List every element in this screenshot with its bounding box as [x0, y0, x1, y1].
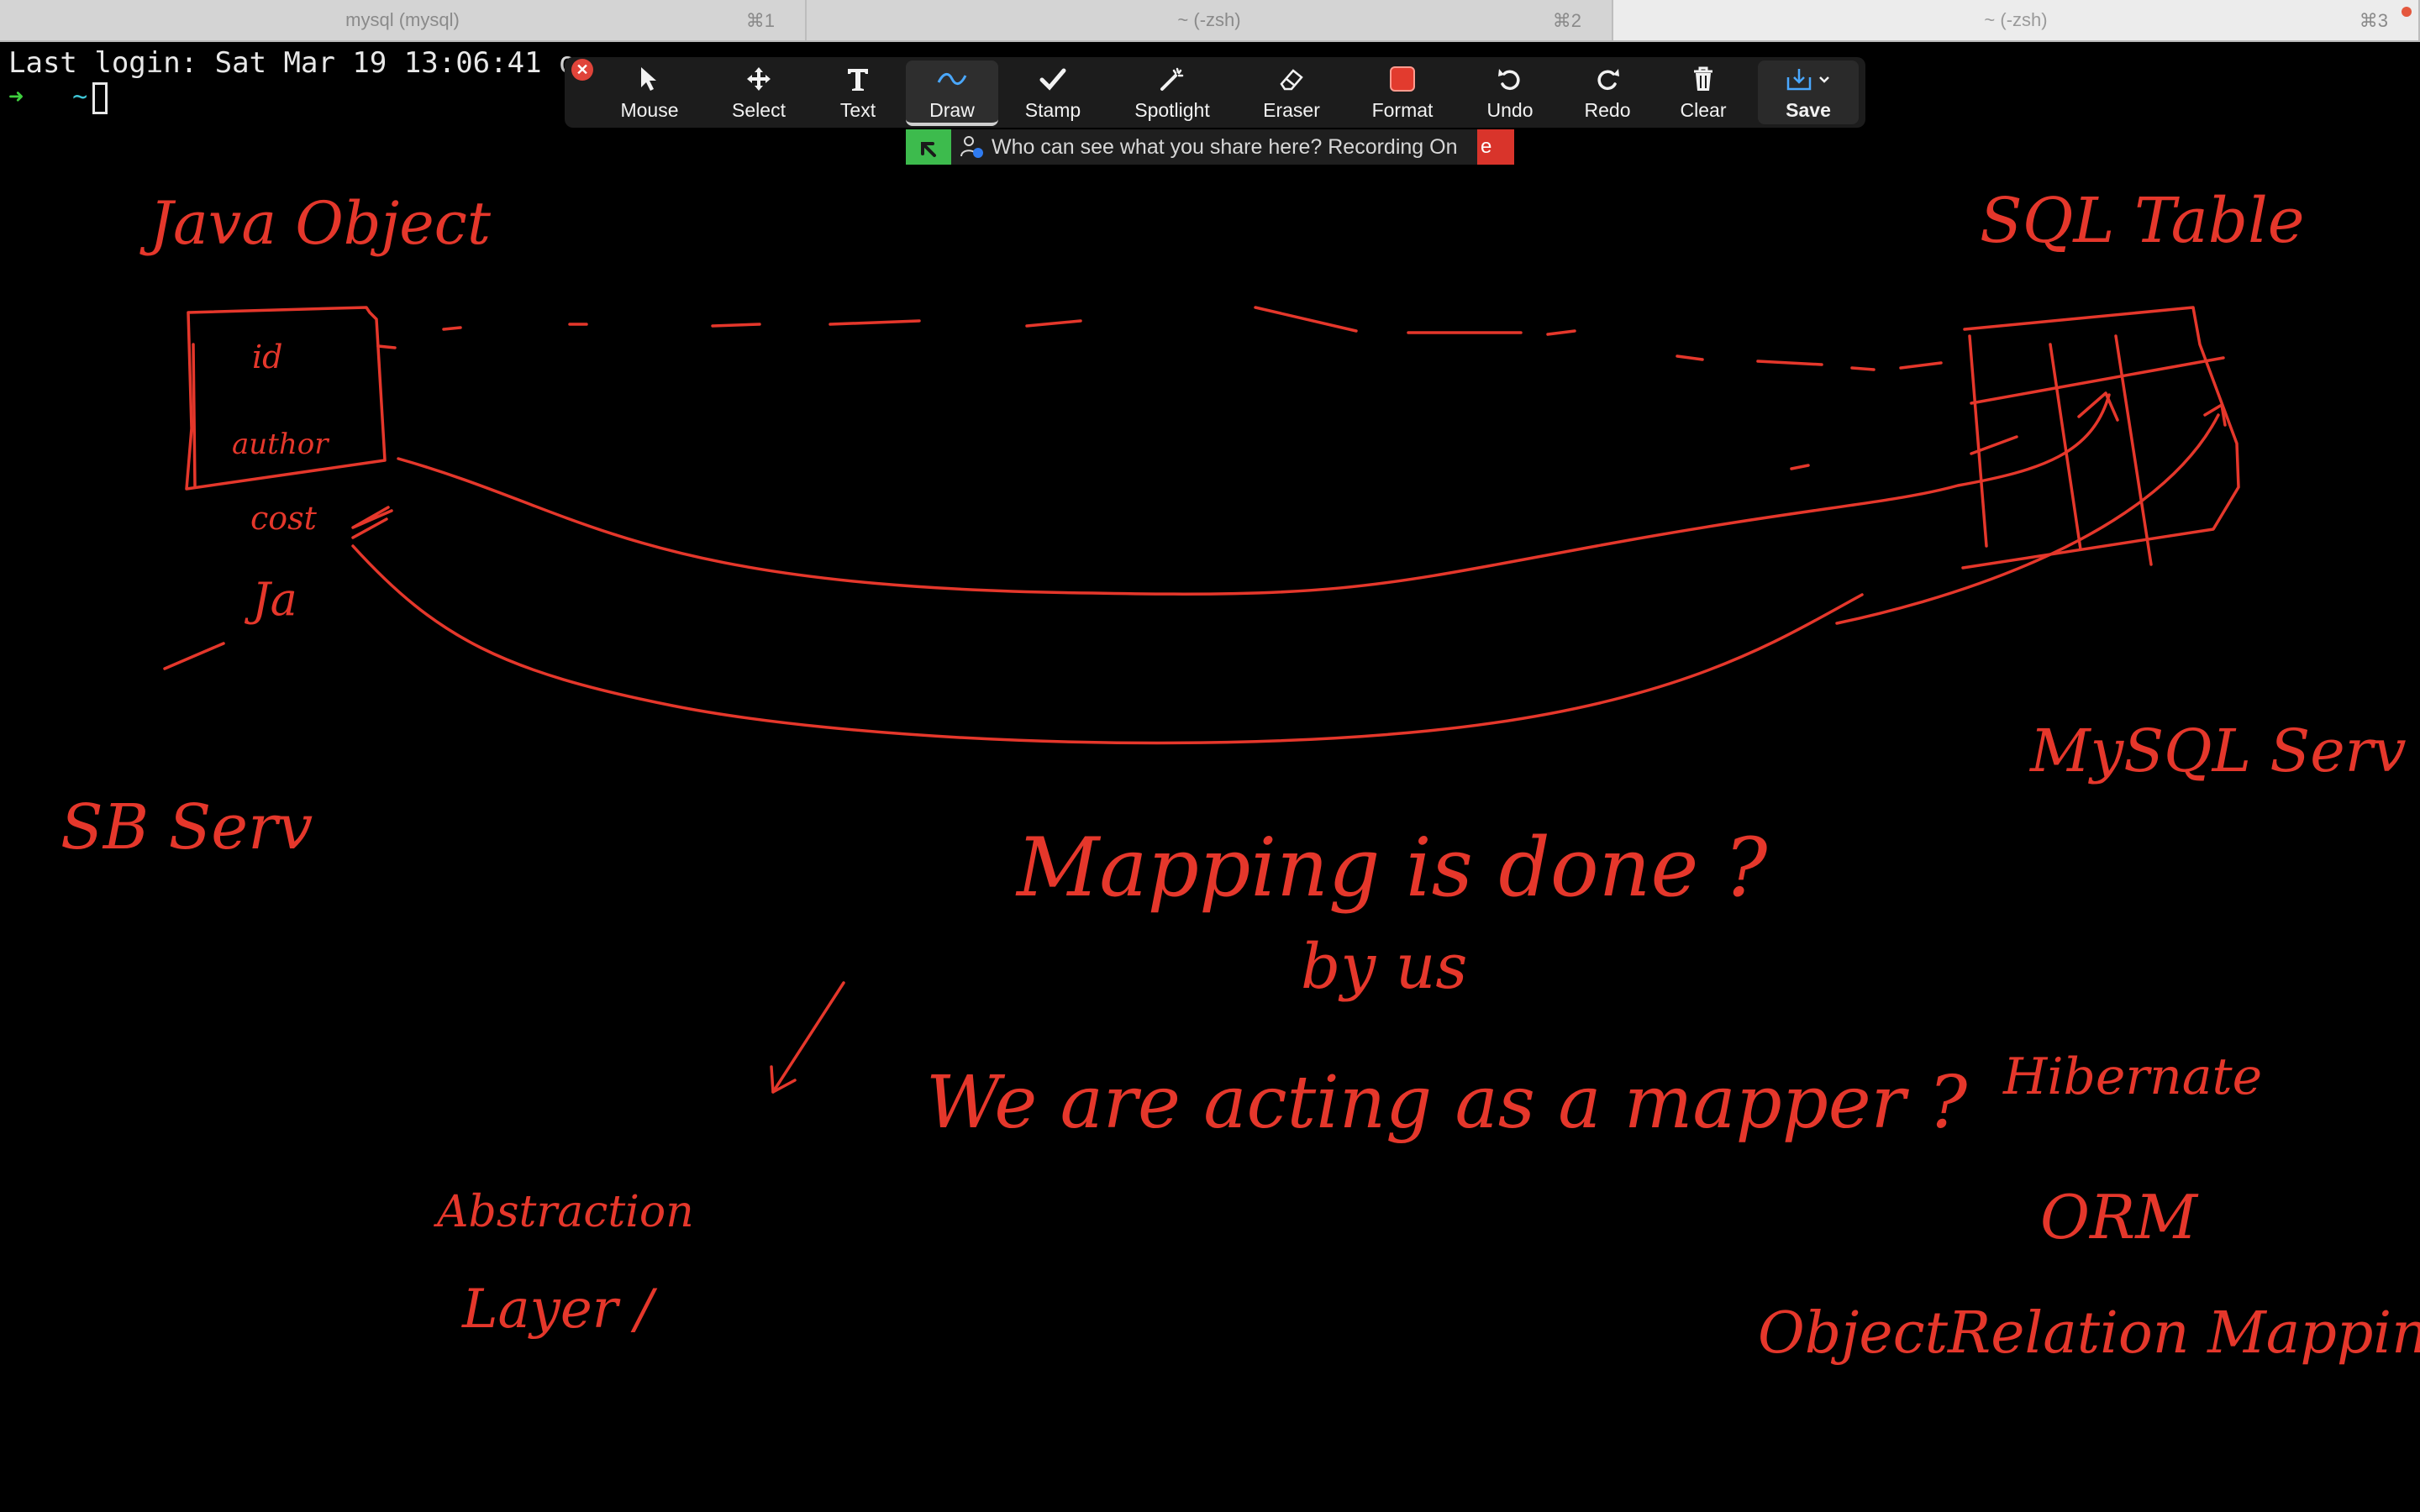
undo-icon — [1497, 60, 1523, 97]
label-hibernate: Hibernate — [2002, 1047, 2262, 1106]
download-tray-icon — [1785, 60, 1832, 97]
tool-clear[interactable]: Clear — [1657, 60, 1749, 124]
tool-redo[interactable]: Redo — [1561, 60, 1654, 124]
tool-label: Format — [1371, 99, 1434, 121]
label-object-relation: ObjectRelation Mapping — [1758, 1300, 2420, 1367]
cursor-arrow-icon — [638, 60, 661, 97]
move-arrows-icon — [745, 60, 772, 97]
redo-icon — [1594, 60, 1621, 97]
color-swatch-icon — [1390, 60, 1415, 97]
stop-share-button[interactable]: e — [1477, 129, 1514, 165]
tool-stamp[interactable]: Stamp — [1007, 60, 1099, 124]
tool-label: Draw — [929, 99, 975, 121]
tool-label: Mouse — [620, 99, 679, 121]
label-cost: cost — [250, 500, 318, 537]
label-mysql-server: MySQL Serv — [2028, 717, 2407, 785]
java-object-box-left-edge — [192, 343, 197, 489]
label-by-us: by us — [1301, 931, 1467, 1003]
share-banner-text: Who can see what you share here? Recordi… — [992, 134, 1458, 159]
sql-table-row-line — [1970, 356, 2225, 405]
whiteboard-canvas[interactable]: Java Object SQL Table id author cost Ja … — [0, 0, 2420, 1512]
tick-mark — [1790, 464, 1810, 470]
tool-text[interactable]: Text — [812, 60, 904, 124]
tool-label: Undo — [1486, 99, 1534, 121]
tool-draw[interactable]: Draw — [906, 60, 998, 126]
squiggle-icon — [937, 60, 967, 97]
java-object-box — [185, 306, 387, 491]
tool-format[interactable]: Format — [1356, 60, 1449, 124]
label-orm: ORM — [2040, 1182, 2199, 1252]
tool-spotlight[interactable]: Spotlight — [1126, 60, 1218, 124]
label-we-are: We are acting as a mapper ? — [926, 1061, 1968, 1145]
cost-arrowhead — [351, 506, 393, 539]
close-toolbar-icon[interactable]: ✕ — [571, 59, 593, 81]
table-to-object-arrow — [351, 544, 1864, 745]
label-mapping-q: Mapping is done ? — [1015, 821, 1768, 915]
tool-label: Spotlight — [1134, 99, 1210, 121]
label-ja: Ja — [244, 573, 297, 626]
dashed-mapping-line — [376, 306, 1943, 371]
share-green-arrow-icon[interactable] — [906, 129, 951, 165]
tool-undo[interactable]: Undo — [1464, 60, 1556, 124]
tool-mouse[interactable]: Mouse — [603, 60, 696, 124]
tool-label: Stamp — [1024, 99, 1081, 121]
object-to-table-arrowhead — [2077, 391, 2119, 422]
label-box-author: author — [232, 428, 329, 461]
pointer-arrow — [771, 981, 845, 1094]
share-recording-banner[interactable]: Who can see what you share here? Recordi… — [906, 129, 1514, 165]
tool-label: Text — [839, 99, 876, 121]
table-to-object-arrow-upper — [1835, 413, 2220, 625]
tool-label: Select — [732, 99, 786, 121]
tool-label: Redo — [1584, 99, 1631, 121]
label-box-id: id — [252, 339, 282, 375]
tool-label: Save — [1786, 99, 1831, 121]
sql-table-col-line-1 — [1968, 334, 1988, 548]
label-layer: Layer / — [461, 1278, 658, 1341]
tool-label: Eraser — [1263, 99, 1320, 121]
tool-label: Clear — [1680, 99, 1727, 121]
tool-select[interactable]: Select — [713, 60, 805, 124]
object-to-table-arrow — [397, 393, 2111, 596]
label-sb-server: SB Serv — [60, 791, 313, 864]
tool-eraser[interactable]: Eraser — [1245, 60, 1338, 124]
eraser-icon — [1278, 60, 1305, 97]
sql-table-col-line-3 — [2114, 334, 2153, 566]
checkmark-icon — [1039, 60, 1066, 97]
person-shield-icon — [956, 134, 986, 160]
label-abstraction: Abstraction — [434, 1187, 694, 1237]
trash-icon — [1691, 60, 1715, 97]
label-sql-table: SQL Table — [1980, 185, 2305, 257]
tool-save[interactable]: Save — [1758, 60, 1859, 124]
sb-arrow — [163, 642, 225, 670]
text-t-icon — [844, 60, 871, 97]
label-java-object: Java Object — [139, 189, 492, 258]
magic-wand-icon — [1159, 60, 1186, 97]
